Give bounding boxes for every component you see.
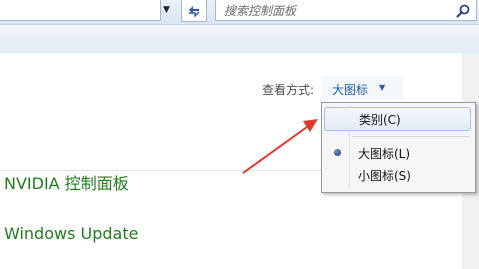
- annotation-arrow: [242, 119, 318, 174]
